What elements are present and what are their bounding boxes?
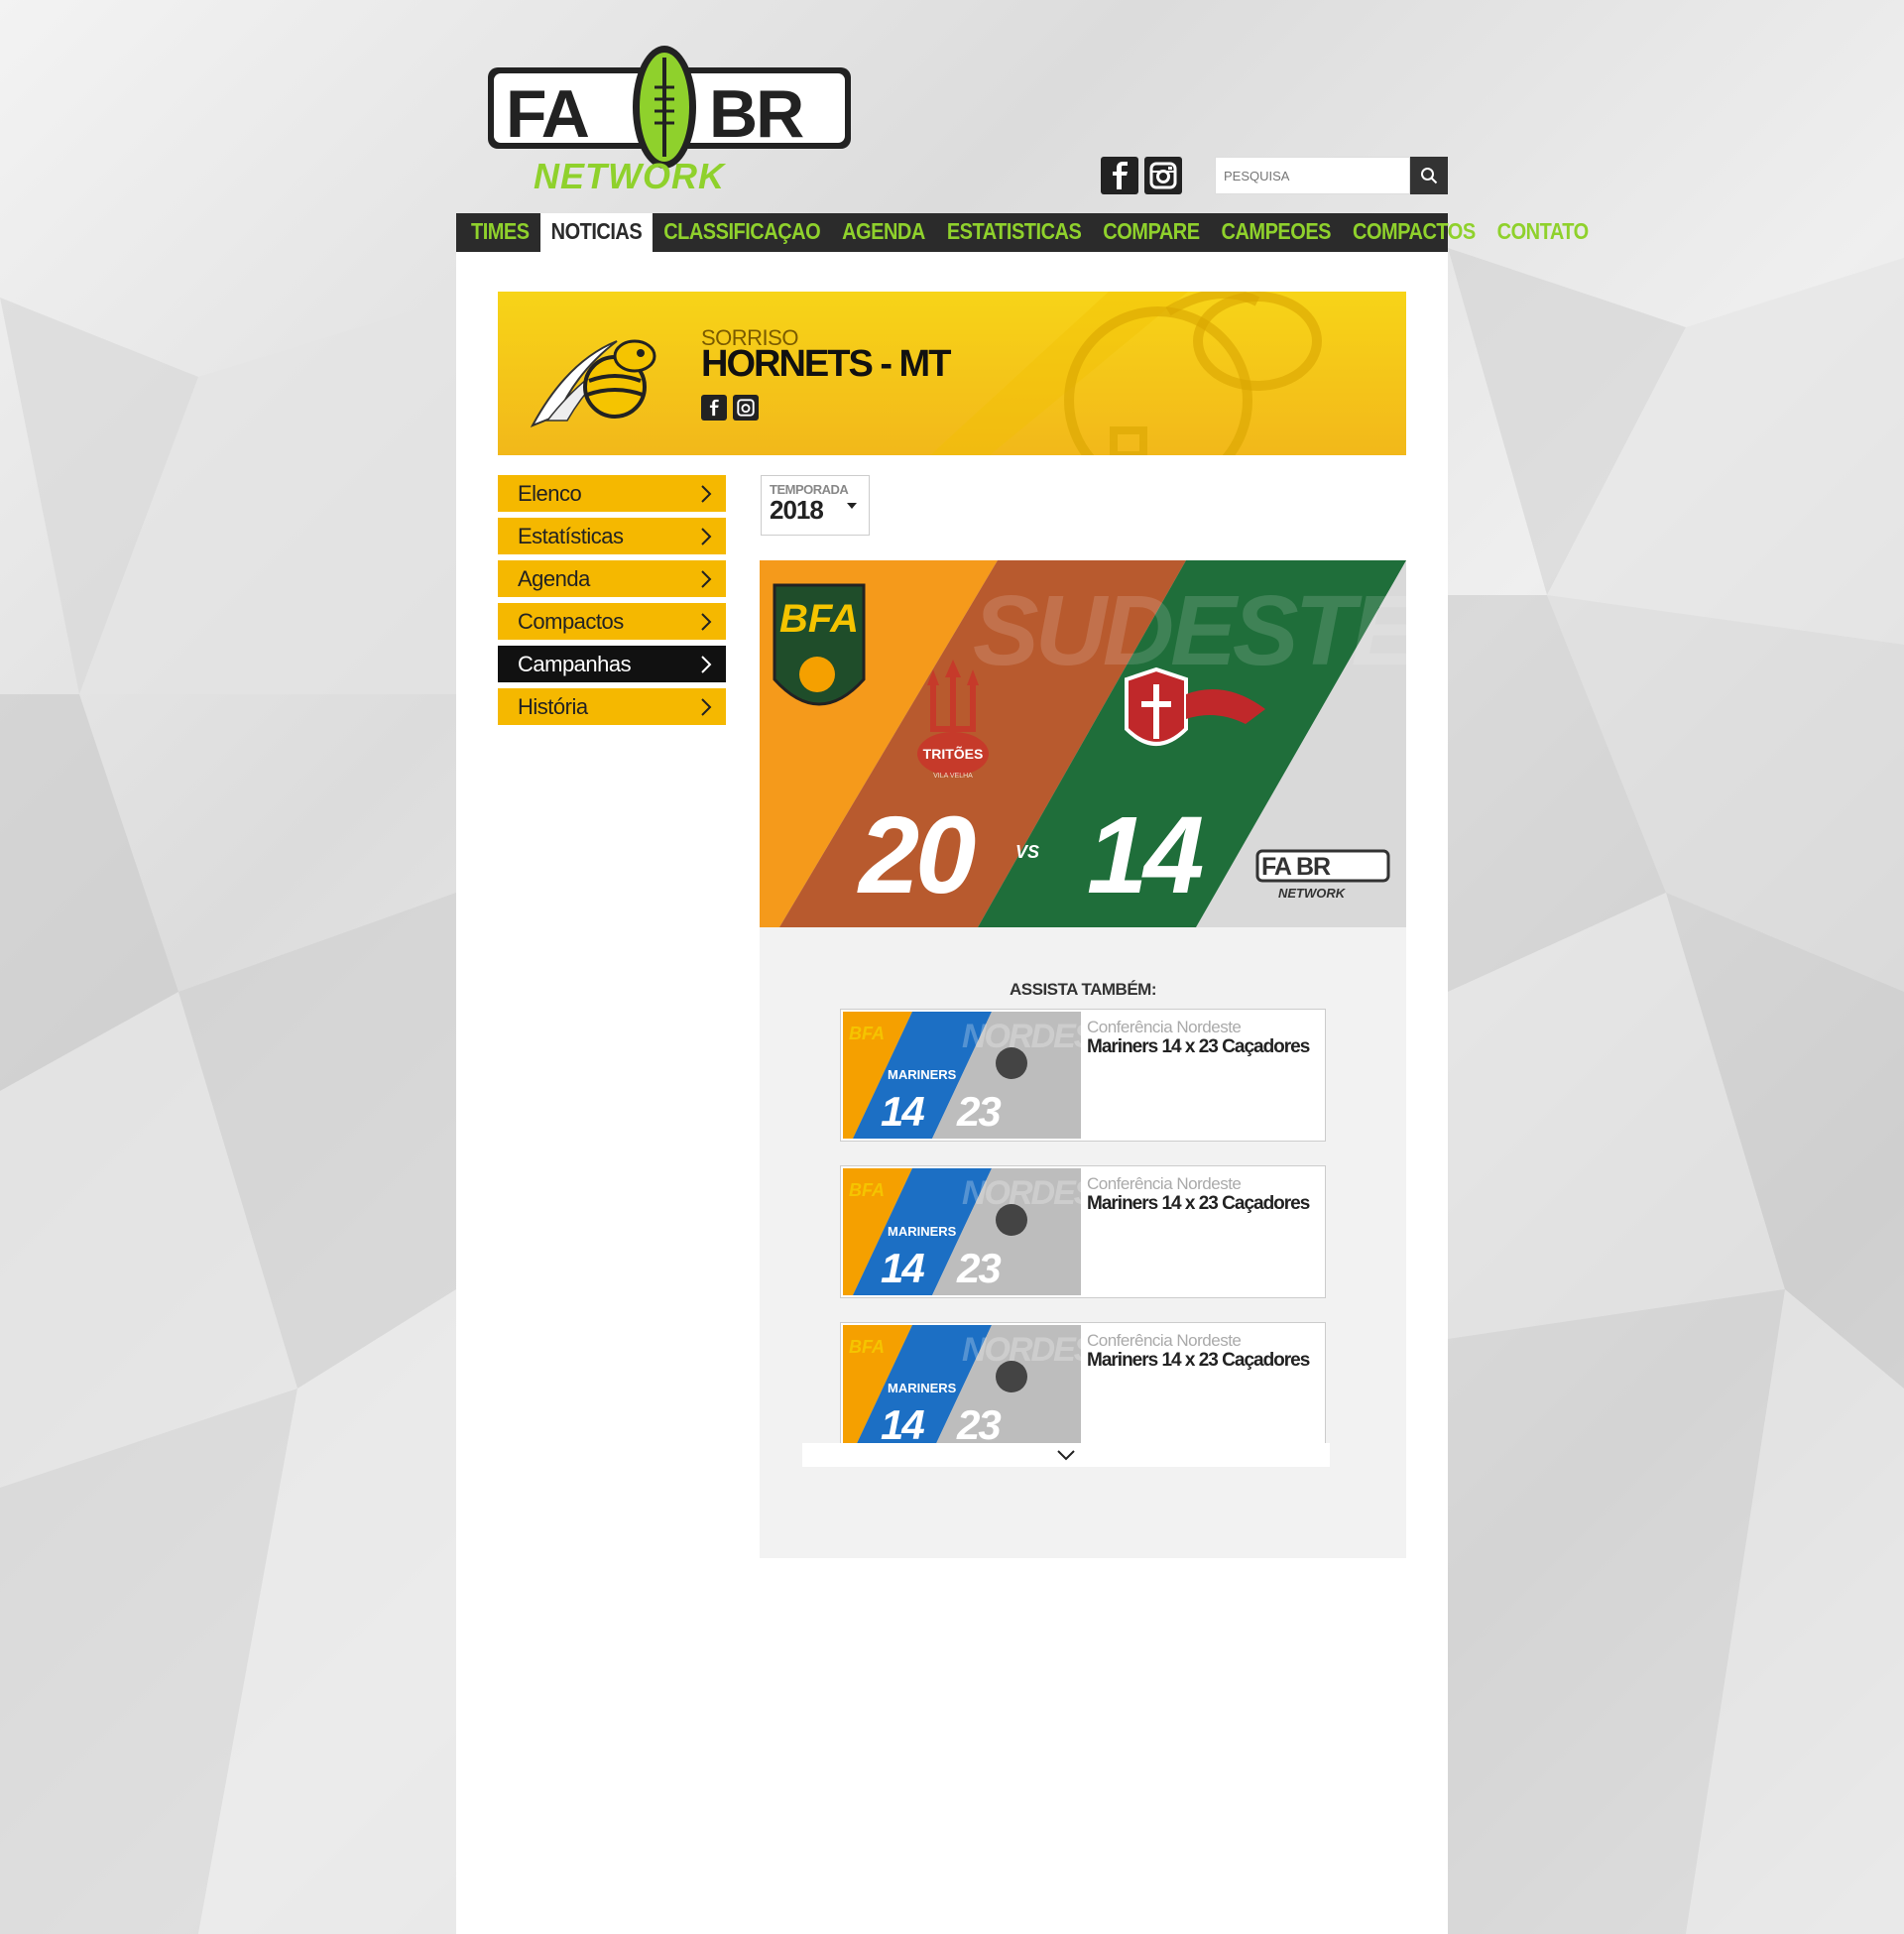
site-container: FA BR NETWORK TIMES N <box>456 0 1589 1934</box>
chevron-right-icon <box>701 484 712 503</box>
related-card[interactable]: NORDESTE BFA MARINERS 14 23 Conferência … <box>840 1322 1326 1455</box>
thumb-conference: NORDESTE <box>962 1174 1081 1212</box>
featured-video[interactable]: SUDESTE BFA TRITÕES VILA VELHA 20 VS 14 <box>760 560 1406 927</box>
video-vs: VS <box>1015 842 1039 862</box>
related-title: ASSISTA TAMBÉM: <box>1009 980 1157 999</box>
thumb-score-a: 14 <box>881 1088 924 1135</box>
load-more-button[interactable] <box>802 1443 1330 1467</box>
related-match: Mariners 14 x 23 Caçadores <box>1087 1350 1310 1371</box>
related-conference: Conferência Nordeste <box>1087 1174 1242 1193</box>
related-card[interactable]: NORDESTE BFA MARINERS 14 23 Conferência … <box>840 1009 1326 1142</box>
related-match: Mariners 14 x 23 Caçadores <box>1087 1036 1310 1057</box>
related-thumbnail: NORDESTE BFA MARINERS 14 23 <box>843 1168 1081 1295</box>
thumb-league: BFA <box>849 1180 885 1200</box>
season-value: 2018 <box>770 495 824 525</box>
thumb-score-a: 14 <box>881 1401 924 1448</box>
chevron-right-icon <box>701 655 712 673</box>
team-side-menu: Elenco Estatísticas Agenda Compactos Cam… <box>498 475 726 731</box>
bfa-logo: BFA <box>773 583 866 706</box>
nav-item-noticias[interactable]: NOTICIAS <box>539 213 654 252</box>
thumb-league: BFA <box>849 1024 885 1043</box>
side-menu-historia[interactable]: História <box>498 688 726 725</box>
season-select[interactable]: TEMPORADA 2018 <box>761 475 870 536</box>
team-banner: SORRISO HORNETS - MT <box>498 292 1406 455</box>
caret-down-icon <box>847 503 857 509</box>
chevron-right-icon <box>701 697 712 716</box>
team-name: HORNETS - MT <box>701 343 951 385</box>
nav-item-compare[interactable]: COMPARE <box>1092 210 1210 255</box>
chevron-right-icon <box>701 569 712 588</box>
side-menu-label: Campanhas <box>518 651 632 676</box>
video-watermark: FA BR <box>1261 853 1331 881</box>
related-thumbnail: NORDESTE BFA MARINERS 14 23 <box>843 1012 1081 1139</box>
video-home-sub: VILA VELHA <box>933 773 973 780</box>
related-match: Mariners 14 x 23 Caçadores <box>1087 1193 1310 1214</box>
thumb-conference: NORDESTE <box>962 1331 1081 1369</box>
side-menu-label: Estatísticas <box>518 523 624 548</box>
thumb-team: MARINERS <box>888 1224 957 1239</box>
chevron-right-icon <box>701 527 712 545</box>
thumb-conference: NORDESTE <box>962 1018 1081 1055</box>
search-icon <box>1421 168 1438 184</box>
team-instagram-icon[interactable] <box>733 395 759 421</box>
side-menu-label: História <box>518 693 588 719</box>
hornets-logo <box>530 339 656 427</box>
team-facebook-icon[interactable] <box>701 395 727 421</box>
side-menu-label: Agenda <box>518 565 590 591</box>
thumb-score-b: 23 <box>956 1088 1001 1135</box>
side-menu-elenco[interactable]: Elenco <box>498 475 726 512</box>
svg-text:BR: BR <box>709 76 803 152</box>
related-conference: Conferência Nordeste <box>1087 1018 1242 1036</box>
related-conference: Conferência Nordeste <box>1087 1331 1242 1350</box>
hornet-watermark <box>930 292 1322 455</box>
side-menu-label: Compactos <box>518 608 624 634</box>
header-social <box>1101 157 1182 194</box>
nav-item-agenda[interactable]: AGENDA <box>831 210 936 255</box>
main-content: SORRISO HORNETS - MT Elenco Estatísticas… <box>456 252 1448 1934</box>
main-nav: TIMES NOTICIAS CLASSIFICAÇAO AGENDA ESTA… <box>456 210 1589 255</box>
nav-item-classificacao[interactable]: CLASSIFICAÇAO <box>653 210 831 255</box>
side-menu-label: Elenco <box>518 480 582 506</box>
side-menu-compactos[interactable]: Compactos <box>498 603 726 640</box>
facebook-icon[interactable] <box>1101 157 1138 194</box>
thumb-score-a: 14 <box>881 1245 924 1291</box>
nav-item-contato[interactable]: CONTATO <box>1487 210 1600 255</box>
chevron-right-icon <box>701 612 712 631</box>
svg-text:FA: FA <box>506 76 589 152</box>
thumb-score-b: 23 <box>956 1245 1001 1291</box>
side-menu-agenda[interactable]: Agenda <box>498 560 726 597</box>
search-input[interactable] <box>1215 157 1410 194</box>
video-conference: SUDESTE <box>973 575 1406 686</box>
nav-item-compactos[interactable]: COMPACTOS <box>1342 210 1487 255</box>
instagram-icon[interactable] <box>1144 157 1182 194</box>
nav-item-estatisticas[interactable]: ESTATISTICAS <box>936 210 1092 255</box>
video-watermark-sub: NETWORK <box>1278 886 1347 901</box>
video-league: BFA <box>779 597 859 641</box>
thumb-team: MARINERS <box>888 1381 957 1395</box>
related-thumbnail: NORDESTE BFA MARINERS 14 23 <box>843 1325 1081 1452</box>
search-button[interactable] <box>1410 157 1448 194</box>
video-away-score: 14 <box>1087 794 1203 916</box>
thumb-league: BFA <box>849 1337 885 1357</box>
nav-item-noticias-label: NOTICIAS <box>550 219 643 245</box>
video-home-team: TRITÕES <box>923 745 984 762</box>
chevron-down-icon <box>1057 1450 1075 1461</box>
search-box <box>1215 157 1448 194</box>
svg-text:NETWORK: NETWORK <box>534 156 727 196</box>
side-menu-campanhas[interactable]: Campanhas <box>498 646 726 682</box>
nav-item-times[interactable]: TIMES <box>460 210 540 255</box>
team-social <box>701 395 759 421</box>
related-panel: ASSISTA TAMBÉM: NORDESTE BFA MARINERS 14… <box>760 927 1406 1558</box>
related-card[interactable]: NORDESTE BFA MARINERS 14 23 Conferência … <box>840 1165 1326 1298</box>
header: FA BR NETWORK <box>456 0 1448 213</box>
thumb-score-b: 23 <box>956 1401 1001 1448</box>
video-home-score: 20 <box>857 794 976 916</box>
nav-item-campeoes[interactable]: CAMPEOES <box>1211 210 1342 255</box>
fabr-network-logo[interactable]: FA BR NETWORK <box>486 38 853 196</box>
thumb-team: MARINERS <box>888 1067 957 1082</box>
side-menu-estatisticas[interactable]: Estatísticas <box>498 518 726 554</box>
